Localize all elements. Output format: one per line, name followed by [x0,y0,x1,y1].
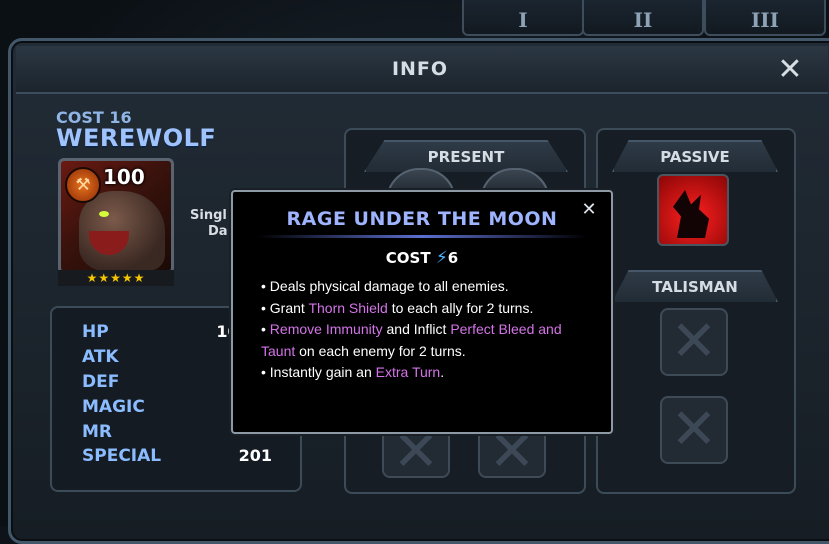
description-line: • Grant Thorn Shield to each ally for 2 … [261,298,601,320]
skill-cost: COST ⚡6 [233,248,611,268]
empty-slot-icon: ✕ [670,309,718,374]
talisman-slot-2[interactable]: ✕ [660,396,728,464]
hero-portrait[interactable]: ⚒ 100 [58,158,174,274]
title-underline [257,235,587,238]
skill-tooltip: RAGE UNDER THE MOON ✕ COST ⚡6 • Deals ph… [231,190,613,434]
text-plain: • Grant [261,299,309,316]
star-rating: ★★★★★ [58,270,174,286]
text-plain: • Instantly gain an [261,364,376,380]
tab-ii[interactable]: II [582,0,704,36]
close-icon[interactable]: ✕ [775,55,805,85]
stat-name: MAGIC [82,397,145,417]
keyword-thorn-shield[interactable]: Thorn Shield [308,300,387,316]
description-line: • Deals physical damage to all enemies. [261,276,601,298]
stat-value: 201 [238,446,272,465]
passive-tab: PASSIVE [612,140,778,172]
wolf-silhouette [673,190,709,238]
text-plain: and Inflict [382,321,451,337]
skill-description: • Deals physical damage to all enemies. … [261,276,601,384]
stat-name: MR [82,422,113,442]
stat-row-special: SPECIAL 201 [82,446,292,468]
tab-i[interactable]: I [462,0,584,36]
skill-target-label: Singl [190,208,227,223]
skill-title: RAGE UNDER THE MOON [286,208,558,230]
talisman-tab: TALISMAN [612,270,778,302]
cost-value: 6 [447,249,459,267]
text-plain: to each ally for 2 turns. [387,299,534,316]
description-line: • Remove Immunity and Inflict Perfect Bl… [261,319,601,341]
empty-slot-icon: ✕ [670,397,718,462]
stat-name: ATK [82,347,119,367]
page-title: INFO [391,58,449,80]
text-plain: • Deals physical damage to all enemies. [261,278,509,294]
text-plain: . [440,364,445,380]
description-line: • Instantly gain an Extra Turn. [261,362,601,384]
close-icon[interactable]: ✕ [581,201,597,219]
text-plain: • [261,321,270,337]
energy-bolt-icon: ⚡ [435,248,448,268]
tab-iii[interactable]: III [704,0,826,36]
keyword-extra-turn[interactable]: Extra Turn [376,364,441,380]
stat-name: DEF [82,372,120,392]
skill-type-label: Da [208,224,228,239]
hero-name: WEREWOLF [56,124,217,152]
keyword-perfect-bleed[interactable]: Perfect Bleed and [450,321,561,337]
cost-label: COST [385,249,431,267]
present-tab: PRESENT [364,140,568,172]
hero-level: 100 [103,165,145,189]
keyword-remove-immunity[interactable]: Remove Immunity [270,321,383,337]
axe-icon: ⚒ [65,167,101,203]
stat-name: SPECIAL [82,446,162,466]
stat-name: HP [82,322,109,342]
text-plain: on each enemy for 2 turns. [295,342,466,359]
werewolf-eye [99,211,109,217]
description-line: Taunt on each enemy for 2 turns. [261,341,601,363]
talisman-slot-1[interactable]: ✕ [660,308,728,376]
keyword-taunt[interactable]: Taunt [261,343,295,359]
howling-wolf-icon[interactable] [657,174,729,246]
